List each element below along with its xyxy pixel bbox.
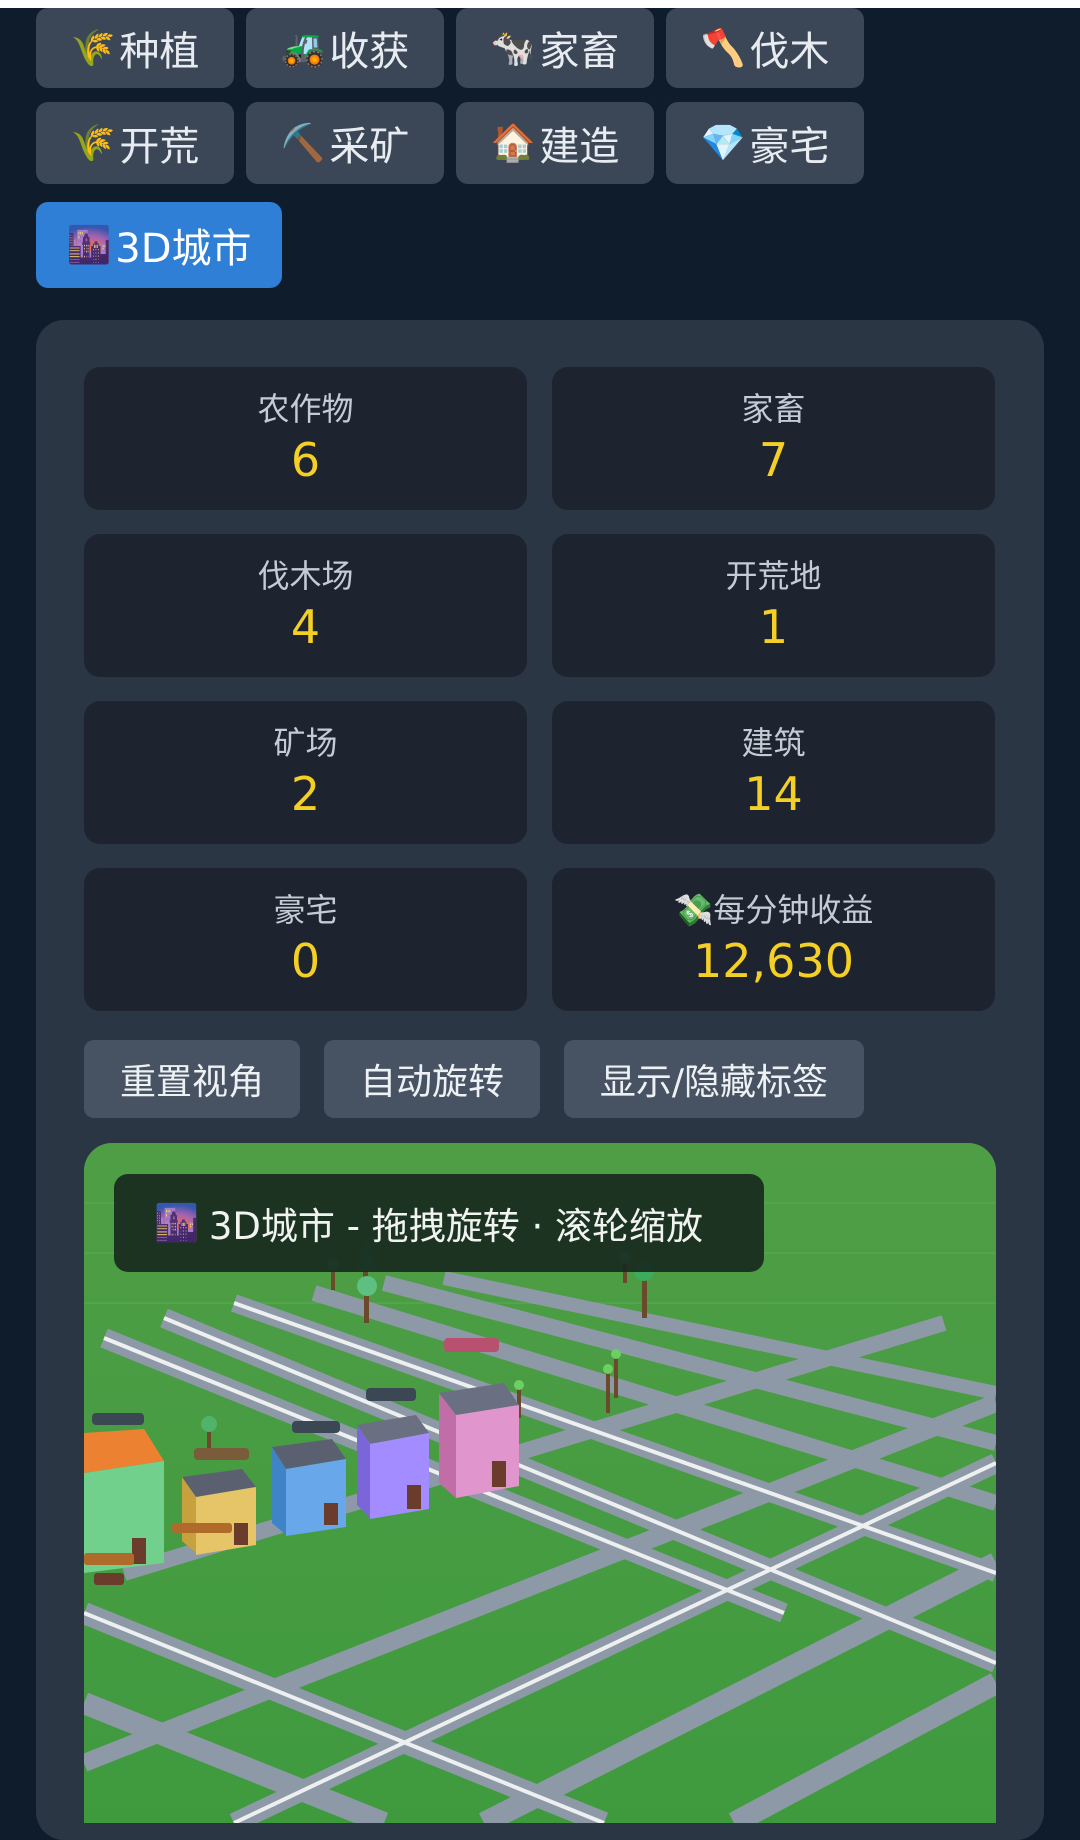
stat-label: 建筑 (741, 723, 806, 762)
auto-rotate-button[interactable]: 自动旋转 (324, 1040, 540, 1118)
tab-label: 建造 (539, 124, 620, 170)
tab-livestock[interactable]: 🐄 家畜 (456, 8, 654, 88)
stat-value: 2 (290, 766, 321, 821)
stat-value: 4 (290, 599, 321, 654)
stat-label: 开荒地 (725, 556, 822, 595)
stat-card-lumber: 伐木场 4 (84, 534, 527, 677)
tab-label: 种植 (119, 29, 200, 75)
3d-city-canvas[interactable]: 🌆 3D城市 - 拖拽旋转 · 滚轮缩放 (84, 1143, 996, 1823)
stat-card-livestock: 家畜 7 (552, 367, 995, 510)
stat-card-crops: 农作物 6 (84, 367, 527, 510)
pickaxe-icon: ⛏️ (280, 123, 326, 164)
stat-label: 家畜 (741, 389, 806, 428)
top-edge (0, 0, 1080, 8)
tab-mansion[interactable]: 💎 豪宅 (666, 102, 864, 184)
tab-logging[interactable]: 🪓 伐木 (666, 8, 864, 88)
reset-view-button[interactable]: 重置视角 (84, 1040, 300, 1118)
stat-label: 伐木场 (257, 556, 354, 595)
tab-plant[interactable]: 🌾 种植 (36, 8, 234, 88)
tab-3d-city[interactable]: 🌆 3D城市 (36, 202, 282, 288)
stat-card-income: 💸每分钟收益 12,630 (552, 868, 995, 1011)
cow-icon: 🐄 (490, 28, 536, 69)
stat-label-row: 💸每分钟收益 (674, 890, 874, 930)
stat-label: 豪宅 (273, 890, 338, 929)
stat-label: 每分钟收益 (713, 890, 874, 929)
tab-build[interactable]: 🏠 建造 (456, 102, 654, 184)
tab-label: 家畜 (539, 29, 620, 75)
tractor-icon: 🚜 (280, 28, 326, 69)
stat-value: 6 (290, 432, 321, 487)
toggle-labels-button[interactable]: 显示/隐藏标签 (564, 1040, 864, 1118)
tab-label: 开荒 (119, 124, 200, 170)
tab-reclaim[interactable]: 🌾 开荒 (36, 102, 234, 184)
scene-hint-overlay: 🌆 3D城市 - 拖拽旋转 · 滚轮缩放 (114, 1174, 764, 1272)
stat-value: 1 (758, 599, 789, 654)
tab-mining[interactable]: ⛏️ 采矿 (246, 102, 444, 184)
wheat-icon: 🌾 (70, 123, 116, 164)
axe-icon: 🪓 (700, 28, 746, 69)
stat-card-mansions: 豪宅 0 (84, 868, 527, 1011)
house-icon: 🏠 (490, 123, 536, 164)
tab-label: 收获 (329, 29, 410, 75)
stat-card-reclaimed: 开荒地 1 (552, 534, 995, 677)
stat-value: 0 (290, 933, 321, 988)
scene-hint-text: 3D城市 - 拖拽旋转 · 滚轮缩放 (208, 1205, 704, 1248)
tab-label: 3D城市 (115, 226, 252, 272)
tab-label: 豪宅 (749, 124, 830, 170)
stat-value: 7 (758, 432, 789, 487)
money-icon: 💸 (673, 890, 714, 929)
tab-label: 伐木 (749, 29, 830, 75)
stat-label: 矿场 (273, 723, 338, 762)
stat-value: 12,630 (693, 933, 854, 988)
gem-icon: 💎 (700, 123, 746, 164)
stat-card-mines: 矿场 2 (84, 701, 527, 844)
stat-label: 农作物 (257, 389, 354, 428)
tab-label: 采矿 (329, 124, 410, 170)
stat-card-buildings: 建筑 14 (552, 701, 995, 844)
wheat-icon: 🌾 (70, 28, 116, 69)
tab-harvest[interactable]: 🚜 收获 (246, 8, 444, 88)
stat-value: 14 (744, 766, 803, 821)
city-icon: 🌆 (66, 225, 112, 266)
city-icon: 🌆 (154, 1203, 199, 1244)
